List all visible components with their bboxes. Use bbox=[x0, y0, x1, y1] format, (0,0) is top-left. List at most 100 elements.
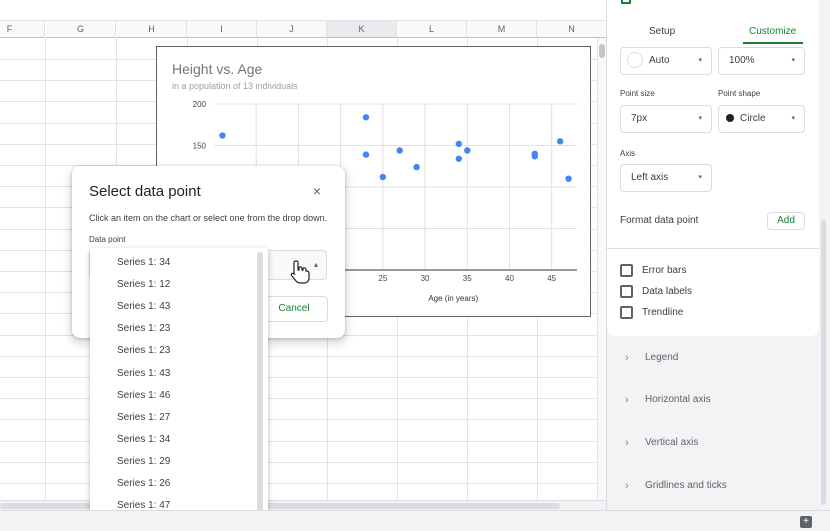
section-legend-label: Legend bbox=[645, 352, 679, 363]
cancel-button[interactable]: Cancel bbox=[260, 296, 328, 322]
add-button[interactable]: Add bbox=[767, 212, 805, 230]
error-bars-checkbox[interactable] bbox=[620, 264, 633, 277]
x-tick-label: 35 bbox=[463, 274, 472, 283]
close-icon[interactable]: × bbox=[310, 184, 324, 198]
trendline-option[interactable]: Trendline bbox=[620, 306, 683, 322]
data-point[interactable] bbox=[556, 138, 564, 145]
opacity-select[interactable]: 100% ▾ bbox=[718, 47, 805, 75]
tab-setup[interactable]: Setup bbox=[649, 26, 675, 37]
column-header-f[interactable]: F bbox=[0, 21, 45, 38]
error-bars-label: Error bars bbox=[642, 265, 687, 277]
column-header-i[interactable]: I bbox=[187, 21, 257, 38]
chevron-down-icon: ▾ bbox=[791, 57, 795, 64]
dropdown-item[interactable]: Series 1: 34 bbox=[90, 252, 258, 274]
active-tab-indicator bbox=[743, 42, 803, 44]
data-point[interactable] bbox=[565, 175, 572, 182]
section-gridlines-and-ticks[interactable]: › Gridlines and ticks bbox=[607, 466, 819, 506]
dropdown-item[interactable]: Series 1: 34 bbox=[90, 429, 258, 451]
sheet-tabs-bar bbox=[0, 510, 830, 531]
column-header-m[interactable]: M bbox=[467, 21, 537, 38]
data-point[interactable] bbox=[455, 155, 463, 162]
data-point[interactable] bbox=[379, 173, 387, 181]
dropdown-scrollbar[interactable] bbox=[257, 252, 263, 527]
grid-line-vertical bbox=[45, 38, 46, 508]
chevron-down-icon: ▾ bbox=[698, 174, 702, 181]
data-point[interactable] bbox=[219, 132, 226, 139]
trendline-label: Trendline bbox=[642, 307, 684, 319]
x-tick-label: 30 bbox=[421, 274, 430, 283]
panel-scrollbar[interactable] bbox=[821, 220, 826, 505]
chevron-down-icon: ▾ bbox=[791, 115, 795, 122]
dropdown-item[interactable]: Series 1: 26 bbox=[90, 473, 258, 495]
column-header-h[interactable]: H bbox=[117, 21, 187, 38]
sheet-horizontal-scroll-thumb[interactable] bbox=[0, 503, 560, 509]
x-tick-label: 45 bbox=[547, 274, 556, 283]
app-window: FGHIJKLMN Height vs. Age in a population… bbox=[0, 0, 830, 531]
data-point[interactable] bbox=[362, 151, 370, 158]
x-tick-label: 40 bbox=[505, 274, 514, 283]
data-point[interactable] bbox=[413, 163, 420, 171]
point-shape-select[interactable]: Circle ▾ bbox=[718, 105, 805, 133]
data-point-dropdown[interactable]: Series 1: 34 Series 1: 12 Series 1: 43 Seri… bbox=[90, 248, 268, 531]
y-tick-label: 200 bbox=[193, 100, 207, 109]
data-point[interactable] bbox=[455, 140, 463, 148]
chevron-right-icon: › bbox=[625, 394, 629, 406]
axis-value: Left axis bbox=[631, 172, 669, 183]
data-point-label: Data point bbox=[89, 235, 126, 244]
y-tick-label: 150 bbox=[193, 142, 207, 151]
sheet-vertical-scrollbar[interactable] bbox=[597, 38, 606, 500]
point-shape-value: Circle bbox=[740, 113, 766, 124]
column-header-g[interactable]: G bbox=[46, 21, 116, 38]
dropdown-item[interactable]: Series 1: 27 bbox=[90, 407, 258, 429]
formula-area bbox=[0, 0, 606, 21]
dropdown-item[interactable]: Series 1: 29 bbox=[90, 451, 258, 473]
dropdown-item[interactable]: Series 1: 12 bbox=[90, 274, 258, 296]
data-labels-label: Data labels bbox=[642, 286, 693, 298]
series-color-icon bbox=[621, 0, 631, 4]
caret-up-icon: ▴ bbox=[313, 260, 318, 269]
tab-customize[interactable]: Customize bbox=[749, 26, 796, 37]
section-horizontal-axis[interactable]: › Horizontal axis bbox=[607, 380, 819, 420]
chart-editor-panel: Setup Customize Auto ▾ 100% ▾ Point size… bbox=[606, 0, 830, 510]
color-swatch bbox=[627, 52, 643, 69]
chevron-down-icon: ▾ bbox=[698, 115, 702, 122]
section-gridlines-label: Gridlines and ticks bbox=[645, 480, 727, 491]
data-point[interactable] bbox=[396, 147, 403, 154]
axis-label: Axis bbox=[620, 149, 636, 158]
data-labels-option[interactable]: Data labels bbox=[620, 285, 692, 301]
chevron-right-icon: › bbox=[625, 437, 629, 449]
data-point[interactable] bbox=[464, 147, 471, 154]
data-point[interactable] bbox=[362, 114, 370, 121]
explore-icon[interactable]: + bbox=[800, 516, 812, 528]
chevron-down-icon: ▾ bbox=[698, 57, 702, 64]
error-bars-option[interactable]: Error bars bbox=[620, 264, 686, 280]
point-size-value: 7px bbox=[631, 113, 648, 124]
column-header-n[interactable]: N bbox=[537, 21, 606, 38]
dropdown-item[interactable]: Series 1: 46 bbox=[90, 385, 258, 407]
dropdown-item[interactable]: Series 1: 43 bbox=[90, 296, 258, 318]
sheet-vertical-scroll-thumb[interactable] bbox=[599, 44, 605, 58]
color-value: Auto bbox=[649, 55, 670, 66]
column-header-j[interactable]: J bbox=[257, 21, 327, 38]
format-data-point-label: Format data point bbox=[620, 215, 699, 226]
column-header-l[interactable]: L bbox=[397, 21, 467, 38]
data-labels-checkbox[interactable] bbox=[620, 285, 633, 298]
section-vertical-axis-label: Vertical axis bbox=[645, 437, 699, 448]
dropdown-item[interactable]: Series 1: 43 bbox=[90, 363, 258, 385]
hand-pointer-icon bbox=[290, 260, 310, 284]
dropdown-item[interactable]: Series 1: 23 bbox=[90, 340, 258, 362]
trendline-checkbox[interactable] bbox=[620, 306, 633, 319]
circle-shape-icon bbox=[726, 114, 734, 123]
color-select[interactable]: Auto ▾ bbox=[620, 47, 712, 75]
section-horizontal-axis-label: Horizontal axis bbox=[645, 394, 711, 405]
data-point[interactable] bbox=[531, 153, 538, 160]
point-size-select[interactable]: 7px ▾ bbox=[620, 105, 712, 133]
column-header-k[interactable]: K bbox=[327, 21, 397, 38]
axis-select[interactable]: Left axis ▾ bbox=[620, 164, 712, 192]
section-vertical-axis[interactable]: › Vertical axis bbox=[607, 423, 819, 463]
dialog-title: Select data point bbox=[89, 183, 201, 200]
section-legend[interactable]: › Legend bbox=[607, 338, 819, 378]
point-size-label: Point size bbox=[620, 89, 655, 98]
x-axis-title: Age (in years) bbox=[428, 294, 478, 303]
dropdown-item[interactable]: Series 1: 23 bbox=[90, 318, 258, 340]
